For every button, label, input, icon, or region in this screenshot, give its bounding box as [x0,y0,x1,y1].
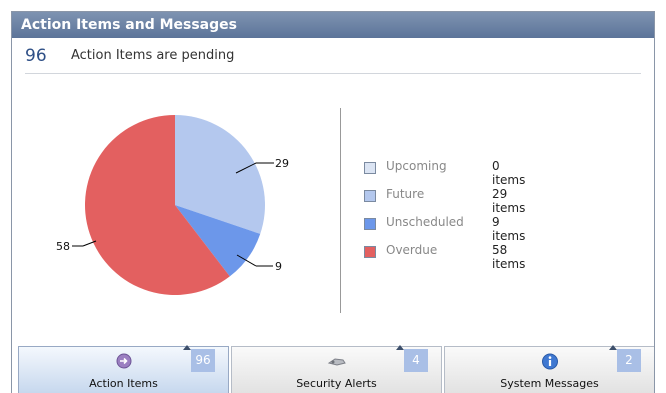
data-label-unscheduled: 9 [275,260,282,273]
pie-chart: 29 9 58 [56,115,289,295]
info-icon [541,353,558,374]
legend-label: Upcoming [386,159,447,173]
badge-marker [396,345,404,350]
data-label-future: 29 [275,157,289,170]
legend-label: Overdue [386,243,438,257]
data-label-overdue: 58 [56,240,70,253]
tab-label: Security Alerts [296,377,377,390]
action-items-panel: Action Items and Messages 96 Action Item… [11,11,655,393]
pending-count[interactable]: 96 [25,46,71,66]
pending-summary: 96 Action Items are pending [25,38,641,74]
legend-label: Future [386,187,425,201]
legend-swatch [364,246,376,258]
tab-badge: 2 [617,349,641,372]
tab-label: System Messages [500,377,599,390]
tab-action-items[interactable]: 96 Action Items [18,345,229,393]
legend-swatch [364,218,376,230]
legend-value: 58 items [492,243,526,271]
badge-marker [183,345,191,350]
pending-text: Action Items are pending [71,48,235,63]
security-alert-icon [327,353,347,373]
tab-badge: 96 [191,349,215,372]
legend-label: Unscheduled [386,215,464,229]
tab-bar: 96 Action Items 4 Security Alerts 2 Syst… [18,345,654,393]
legend-swatch [364,190,376,202]
legend-swatch [364,162,376,174]
tab-badge: 4 [404,349,428,372]
tab-security-alerts[interactable]: 4 Security Alerts [231,345,442,393]
badge-marker [609,345,617,350]
tab-label: Action Items [89,377,158,390]
legend-value: 29 items [492,187,526,215]
tab-system-messages[interactable]: 2 System Messages [444,345,654,393]
legend-value: 0 items [492,159,526,187]
panel-title: Action Items and Messages [12,12,654,38]
chart-divider [340,108,341,313]
arrow-circle-icon [116,353,132,373]
legend-value: 9 items [492,215,526,243]
